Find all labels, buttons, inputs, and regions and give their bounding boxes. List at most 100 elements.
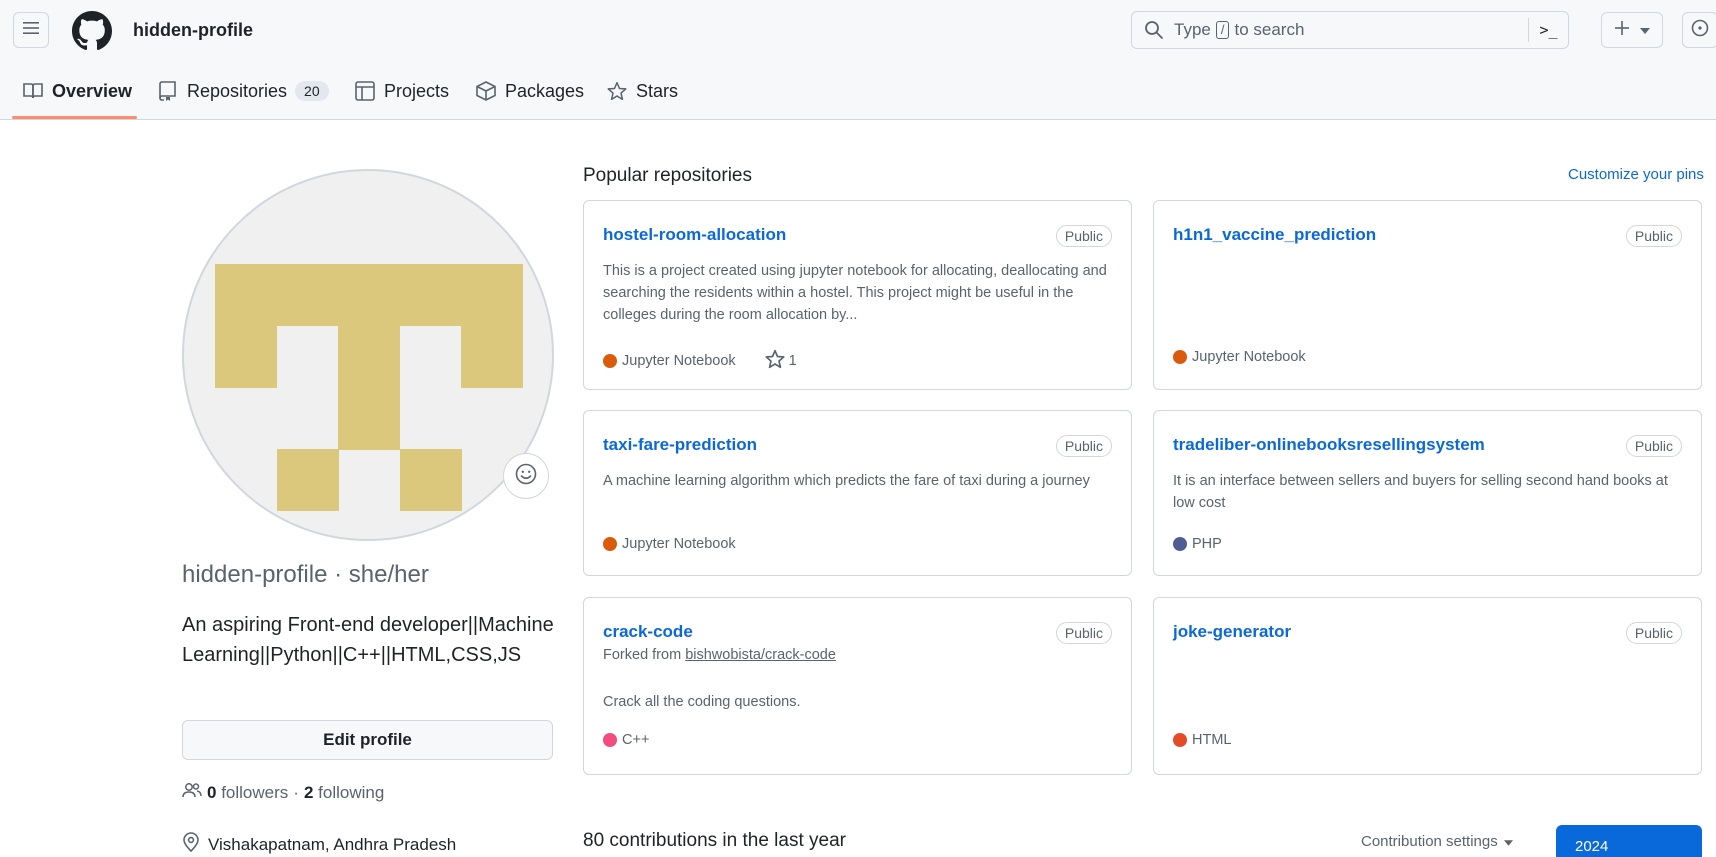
followers-link[interactable]: 0 followers <box>207 783 288 803</box>
location-text: Vishakapatnam, Andhra Pradesh <box>208 834 457 854</box>
slash-key-hint: / <box>1215 21 1230 39</box>
people-icon <box>182 782 202 803</box>
repo-name-link[interactable]: h1n1_vaccine_prediction <box>1173 225 1376 245</box>
avatar[interactable] <box>182 169 554 541</box>
repo-language: HTML <box>1192 732 1232 748</box>
menu-button[interactable] <box>13 12 49 48</box>
visibility-badge: Public <box>1625 622 1682 644</box>
repo-description: A machine learning algorithm which predi… <box>603 473 1090 489</box>
popular-repositories-heading: Popular repositories <box>583 165 752 186</box>
repo-card: tradeliber-onlinebooksresellingsystem Pu… <box>1153 410 1702 576</box>
visibility-badge: Public <box>1055 622 1112 644</box>
tab-overview-label: Overview <box>52 80 133 101</box>
repo-name-link[interactable]: taxi-fare-prediction <box>603 435 757 455</box>
repo-language: Jupyter Notebook <box>1192 349 1306 365</box>
top-bar: hidden-profile Type / to search >_ <box>0 0 1716 62</box>
repo-stars-link[interactable]: 1 <box>765 349 797 373</box>
contribution-settings-label: Contribution settings <box>1361 833 1498 850</box>
profile-name: hidden-profile · she/her <box>182 561 429 588</box>
repositories-count-badge: 20 <box>295 81 329 101</box>
language-color-dot <box>603 354 617 368</box>
issues-button[interactable] <box>1682 12 1716 48</box>
page-header: hidden-profile Type / to search >_ Overv… <box>0 0 1716 120</box>
plus-icon <box>1614 20 1630 41</box>
year-2024-button[interactable]: 2024 <box>1556 825 1702 857</box>
repo-language: Jupyter Notebook <box>622 353 736 369</box>
forked-from-link[interactable]: bishwobista/crack-code <box>685 647 836 663</box>
search-placeholder: Type / to search <box>1174 20 1304 40</box>
create-new-button[interactable] <box>1601 12 1663 48</box>
profile-location: Vishakapatnam, Andhra Pradesh <box>182 832 456 857</box>
table-icon <box>354 80 376 102</box>
tab-stars[interactable]: Stars <box>606 62 678 120</box>
repo-meta: Jupyter Notebook <box>1173 349 1306 365</box>
forked-from: Forked from bishwobista/crack-code <box>603 647 836 663</box>
smiley-icon <box>515 463 537 490</box>
tab-repositories-label: Repositories <box>187 80 288 101</box>
repo-description: It is an interface between sellers and b… <box>1173 473 1668 511</box>
repo-meta: Jupyter Notebook <box>603 536 736 552</box>
repo-meta: HTML <box>1173 732 1231 748</box>
tab-projects[interactable]: Projects <box>354 62 449 120</box>
tab-projects-label: Projects <box>384 80 450 101</box>
repo-language: Jupyter Notebook <box>622 536 736 552</box>
forked-prefix: Forked from <box>603 647 682 663</box>
location-icon <box>182 832 200 857</box>
hamburger-icon <box>22 20 40 41</box>
github-logo-icon[interactable] <box>72 11 112 51</box>
visibility-badge: Public <box>1055 225 1112 247</box>
repo-meta: Jupyter Notebook 1 <box>603 349 797 373</box>
visibility-badge: Public <box>1625 225 1682 247</box>
search-placeholder-prefix: Type <box>1174 20 1211 39</box>
contribution-settings-dropdown[interactable]: Contribution settings <box>1361 833 1513 850</box>
star-icon <box>765 349 785 373</box>
caret-down-icon <box>1640 21 1650 39</box>
visibility-badge: Public <box>1625 435 1682 457</box>
command-palette-icon[interactable]: >_ <box>1528 18 1568 42</box>
customize-pins-link[interactable]: Customize your pins <box>1568 166 1704 183</box>
following-label: following <box>318 782 385 802</box>
repo-card: hostel-room-allocation Public This is a … <box>583 200 1132 390</box>
repo-card: crack-code Public Forked from bishwobist… <box>583 597 1132 775</box>
repo-language: C++ <box>622 732 650 748</box>
caret-down-icon <box>1503 833 1513 850</box>
language-color-dot <box>1173 537 1187 551</box>
issue-opened-icon <box>1691 19 1709 42</box>
search-icon <box>1144 20 1164 40</box>
contributions-heading: 80 contributions in the last year <box>583 830 846 851</box>
repo-name-link[interactable]: tradeliber-onlinebooksresellingsystem <box>1173 435 1485 455</box>
repo-language: PHP <box>1192 536 1222 552</box>
language-color-dot <box>603 537 617 551</box>
repo-name-link[interactable]: crack-code <box>603 622 693 642</box>
follow-stats: 0 followers · 2 following <box>182 782 384 803</box>
visibility-badge: Public <box>1055 435 1112 457</box>
repo-star-count: 1 <box>788 353 797 369</box>
repo-meta: PHP <box>1173 536 1222 552</box>
repo-card: joke-generator Public HTML <box>1153 597 1702 775</box>
repo-icon <box>157 80 179 102</box>
active-tab-indicator <box>12 116 137 119</box>
tab-packages[interactable]: Packages <box>475 62 584 120</box>
set-status-button[interactable] <box>503 453 549 499</box>
book-icon <box>22 80 44 102</box>
repo-name-link[interactable]: joke-generator <box>1173 622 1291 642</box>
followers-label: followers <box>221 782 289 802</box>
header-username[interactable]: hidden-profile <box>133 20 253 41</box>
repo-card: h1n1_vaccine_prediction Public Jupyter N… <box>1153 200 1702 390</box>
tab-packages-label: Packages <box>505 80 585 101</box>
star-icon <box>606 80 628 102</box>
following-count: 2 <box>303 782 314 802</box>
tab-overview[interactable]: Overview <box>22 62 132 120</box>
language-color-dot <box>1173 733 1187 747</box>
profile-bio: An aspiring Front-end developer||Machine… <box>182 614 554 666</box>
tab-repositories[interactable]: Repositories 20 <box>157 62 329 120</box>
language-color-dot <box>1173 350 1187 364</box>
language-color-dot <box>603 733 617 747</box>
tab-stars-label: Stars <box>636 80 679 101</box>
repo-description: This is a project created using jupyter … <box>603 263 1107 323</box>
edit-profile-button[interactable]: Edit profile <box>182 720 553 760</box>
search-input[interactable]: Type / to search >_ <box>1131 11 1569 49</box>
repo-name-link[interactable]: hostel-room-allocation <box>603 225 786 245</box>
search-placeholder-suffix: to search <box>1234 20 1305 39</box>
following-link[interactable]: 2 following <box>304 783 384 803</box>
